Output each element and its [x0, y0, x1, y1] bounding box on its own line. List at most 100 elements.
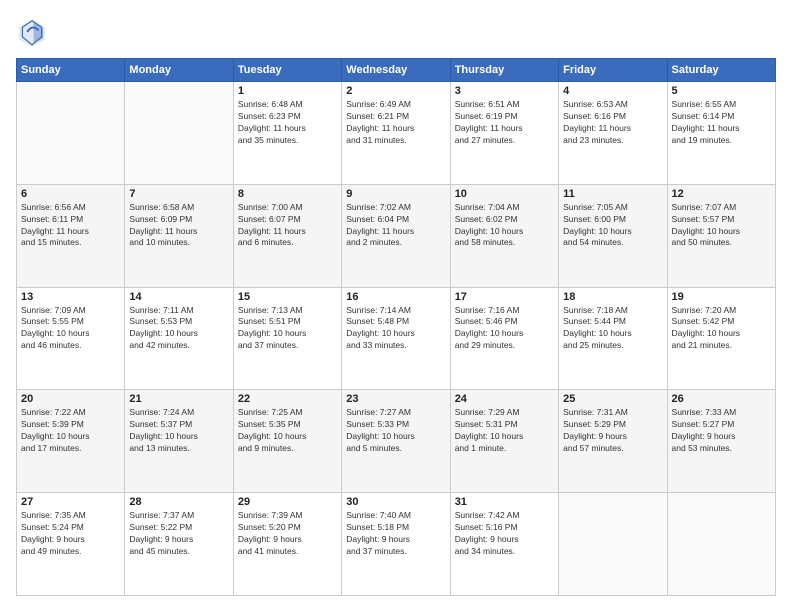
calendar-cell: 26Sunrise: 7:33 AM Sunset: 5:27 PM Dayli… — [667, 390, 775, 493]
calendar-cell: 24 Sunrise: 7:29 AM Sunset: 5:31 PM Dayli… — [450, 390, 558, 493]
day-info: Sunrise: 7:13 AM Sunset: 5:51 PM Dayligh… — [238, 305, 337, 353]
logo — [16, 16, 52, 48]
day-header-monday: Monday — [125, 59, 233, 82]
day-number: 3 — [455, 85, 554, 97]
day-header-friday: Friday — [559, 59, 667, 82]
day-number: 23 — [346, 393, 445, 405]
calendar-cell: 12 Sunrise: 7:07 AM Sunset: 5:57 PM Dayli… — [667, 184, 775, 287]
day-number: 2 — [346, 85, 445, 97]
day-info: Sunrise: 6:58 AM Sunset: 6:09 PM Dayligh… — [129, 202, 228, 250]
day-info: Sunrise: 7:07 AM Sunset: 5:57 PM Dayligh… — [672, 202, 771, 250]
day-number: 22 — [238, 393, 337, 405]
calendar-cell: 15 Sunrise: 7:13 AM Sunset: 5:51 PM Dayli… — [233, 287, 341, 390]
calendar-cell: 20 Sunrise: 7:22 AM Sunset: 5:39 PM Dayli… — [17, 390, 125, 493]
calendar-cell: 9 Sunrise: 7:02 AM Sunset: 6:04 PM Daylig… — [342, 184, 450, 287]
day-number: 18 — [563, 291, 662, 303]
calendar-cell — [559, 493, 667, 596]
calendar-cell: 8 Sunrise: 7:00 AM Sunset: 6:07 PM Daylig… — [233, 184, 341, 287]
day-info: Sunrise: 7:24 AM Sunset: 5:37 PM Dayligh… — [129, 407, 228, 455]
day-number: 8 — [238, 188, 337, 200]
day-info: Sunrise: 7:22 AM Sunset: 5:39 PM Dayligh… — [21, 407, 120, 455]
day-number: 19 — [672, 291, 771, 303]
calendar-cell: 1 Sunrise: 6:48 AM Sunset: 6:23 PM Daylig… — [233, 82, 341, 185]
header — [16, 16, 776, 48]
day-header-saturday: Saturday — [667, 59, 775, 82]
day-header-wednesday: Wednesday — [342, 59, 450, 82]
calendar-cell: 4 Sunrise: 6:53 AM Sunset: 6:16 PM Daylig… — [559, 82, 667, 185]
day-number: 15 — [238, 291, 337, 303]
day-number: 28 — [129, 496, 228, 508]
day-number: 29 — [238, 496, 337, 508]
day-info: Sunrise: 7:02 AM Sunset: 6:04 PM Dayligh… — [346, 202, 445, 250]
calendar-cell: 22 Sunrise: 7:25 AM Sunset: 5:35 PM Dayli… — [233, 390, 341, 493]
day-header-thursday: Thursday — [450, 59, 558, 82]
calendar-body: 1 Sunrise: 6:48 AM Sunset: 6:23 PM Daylig… — [17, 82, 776, 596]
day-info: Sunrise: 6:51 AM Sunset: 6:19 PM Dayligh… — [455, 99, 554, 147]
day-number: 12 — [672, 188, 771, 200]
calendar-cell — [125, 82, 233, 185]
day-number: 30 — [346, 496, 445, 508]
day-info: Sunrise: 7:42 AM Sunset: 5:16 PM Dayligh… — [455, 510, 554, 558]
day-header-sunday: Sunday — [17, 59, 125, 82]
day-number: 6 — [21, 188, 120, 200]
calendar-cell: 11 Sunrise: 7:05 AM Sunset: 6:00 PM Dayli… — [559, 184, 667, 287]
day-info: Sunrise: 7:29 AM Sunset: 5:31 PM Dayligh… — [455, 407, 554, 455]
calendar-cell: 19 Sunrise: 7:20 AM Sunset: 5:42 PM Dayli… — [667, 287, 775, 390]
day-number: 24 — [455, 393, 554, 405]
logo-icon — [16, 16, 48, 48]
day-info: Sunrise: 7:05 AM Sunset: 6:00 PM Dayligh… — [563, 202, 662, 250]
calendar-cell — [17, 82, 125, 185]
day-info: Sunrise: 7:39 AM Sunset: 5:20 PM Dayligh… — [238, 510, 337, 558]
day-number: 25 — [563, 393, 662, 405]
calendar-cell: 28Sunrise: 7:37 AM Sunset: 5:22 PM Dayli… — [125, 493, 233, 596]
calendar-cell: 21 Sunrise: 7:24 AM Sunset: 5:37 PM Dayli… — [125, 390, 233, 493]
day-info: Sunrise: 7:20 AM Sunset: 5:42 PM Dayligh… — [672, 305, 771, 353]
day-info: Sunrise: 7:04 AM Sunset: 6:02 PM Dayligh… — [455, 202, 554, 250]
day-number: 9 — [346, 188, 445, 200]
calendar-cell: 23 Sunrise: 7:27 AM Sunset: 5:33 PM Dayli… — [342, 390, 450, 493]
day-number: 10 — [455, 188, 554, 200]
day-header-tuesday: Tuesday — [233, 59, 341, 82]
day-number: 5 — [672, 85, 771, 97]
calendar-cell — [667, 493, 775, 596]
calendar-cell: 25Sunrise: 7:31 AM Sunset: 5:29 PM Dayli… — [559, 390, 667, 493]
week-row-1: 1 Sunrise: 6:48 AM Sunset: 6:23 PM Daylig… — [17, 82, 776, 185]
day-number: 27 — [21, 496, 120, 508]
day-info: Sunrise: 6:55 AM Sunset: 6:14 PM Dayligh… — [672, 99, 771, 147]
day-number: 4 — [563, 85, 662, 97]
day-number: 16 — [346, 291, 445, 303]
day-info: Sunrise: 6:56 AM Sunset: 6:11 PM Dayligh… — [21, 202, 120, 250]
day-info: Sunrise: 7:27 AM Sunset: 5:33 PM Dayligh… — [346, 407, 445, 455]
calendar-cell: 2Sunrise: 6:49 AM Sunset: 6:21 PM Daylig… — [342, 82, 450, 185]
day-number: 20 — [21, 393, 120, 405]
calendar-cell: 13 Sunrise: 7:09 AM Sunset: 5:55 PM Dayli… — [17, 287, 125, 390]
day-info: Sunrise: 6:53 AM Sunset: 6:16 PM Dayligh… — [563, 99, 662, 147]
header-row: SundayMondayTuesdayWednesdayThursdayFrid… — [17, 59, 776, 82]
day-info: Sunrise: 7:25 AM Sunset: 5:35 PM Dayligh… — [238, 407, 337, 455]
day-info: Sunrise: 7:35 AM Sunset: 5:24 PM Dayligh… — [21, 510, 120, 558]
day-number: 14 — [129, 291, 228, 303]
calendar-cell: 27 Sunrise: 7:35 AM Sunset: 5:24 PM Dayli… — [17, 493, 125, 596]
calendar-cell: 10 Sunrise: 7:04 AM Sunset: 6:02 PM Dayli… — [450, 184, 558, 287]
day-info: Sunrise: 6:48 AM Sunset: 6:23 PM Dayligh… — [238, 99, 337, 147]
calendar-cell: 30Sunrise: 7:40 AM Sunset: 5:18 PM Dayli… — [342, 493, 450, 596]
calendar-header: SundayMondayTuesdayWednesdayThursdayFrid… — [17, 59, 776, 82]
day-info: Sunrise: 7:14 AM Sunset: 5:48 PM Dayligh… — [346, 305, 445, 353]
day-info: Sunrise: 7:09 AM Sunset: 5:55 PM Dayligh… — [21, 305, 120, 353]
calendar-cell: 14Sunrise: 7:11 AM Sunset: 5:53 PM Dayli… — [125, 287, 233, 390]
day-info: Sunrise: 7:18 AM Sunset: 5:44 PM Dayligh… — [563, 305, 662, 353]
week-row-5: 27 Sunrise: 7:35 AM Sunset: 5:24 PM Dayli… — [17, 493, 776, 596]
calendar-cell: 3 Sunrise: 6:51 AM Sunset: 6:19 PM Daylig… — [450, 82, 558, 185]
day-number: 1 — [238, 85, 337, 97]
day-info: Sunrise: 7:00 AM Sunset: 6:07 PM Dayligh… — [238, 202, 337, 250]
calendar-cell: 31Sunrise: 7:42 AM Sunset: 5:16 PM Dayli… — [450, 493, 558, 596]
day-number: 13 — [21, 291, 120, 303]
calendar-table: SundayMondayTuesdayWednesdayThursdayFrid… — [16, 58, 776, 596]
page: SundayMondayTuesdayWednesdayThursdayFrid… — [0, 0, 792, 612]
day-number: 21 — [129, 393, 228, 405]
calendar-cell: 16 Sunrise: 7:14 AM Sunset: 5:48 PM Dayli… — [342, 287, 450, 390]
day-number: 7 — [129, 188, 228, 200]
week-row-4: 20 Sunrise: 7:22 AM Sunset: 5:39 PM Dayli… — [17, 390, 776, 493]
day-number: 11 — [563, 188, 662, 200]
calendar-cell: 6 Sunrise: 6:56 AM Sunset: 6:11 PM Daylig… — [17, 184, 125, 287]
